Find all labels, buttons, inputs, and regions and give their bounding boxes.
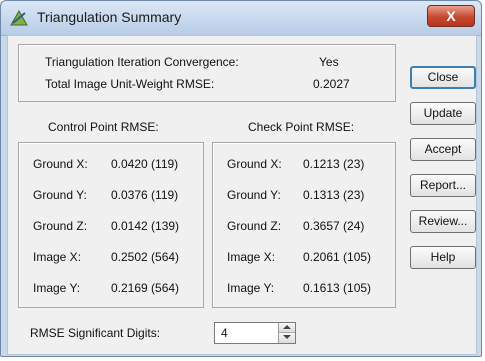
- check-point-panel: Ground X: 0.1213 (23) Ground Y: 0.1313 (…: [212, 142, 396, 308]
- control-point-rmse-header: Control Point RMSE:: [48, 120, 159, 134]
- control-ground-y-label: Ground Y:: [33, 188, 87, 202]
- check-ground-y-label: Ground Y:: [227, 188, 281, 202]
- check-image-y-label: Image Y:: [227, 281, 275, 295]
- control-point-panel: Ground X: 0.0420 (119) Ground Y: 0.0376 …: [18, 142, 204, 308]
- triangulation-icon: [10, 9, 28, 26]
- spinner-up-button[interactable]: [279, 323, 295, 333]
- spinner-down-button[interactable]: [279, 333, 295, 343]
- window-title: Triangulation Summary: [37, 9, 182, 25]
- convergence-value: Yes: [319, 55, 339, 69]
- close-button[interactable]: Close: [410, 66, 476, 89]
- window-close-button[interactable]: X: [427, 5, 475, 27]
- review-button[interactable]: Review...: [410, 210, 476, 233]
- rmse-digits-label: RMSE Significant Digits:: [30, 326, 161, 340]
- check-ground-y-value: 0.1313 (23): [303, 188, 365, 202]
- check-image-x-value: 0.2061 (105): [303, 250, 372, 264]
- help-button[interactable]: Help: [410, 246, 476, 269]
- check-image-y-value: 0.1613 (105): [303, 281, 372, 295]
- control-image-x-value: 0.2502 (564): [111, 250, 180, 264]
- spinner-buttons: [278, 323, 295, 343]
- check-point-rmse-header: Check Point RMSE:: [248, 120, 355, 134]
- title-bar[interactable]: Triangulation Summary X: [1, 1, 481, 36]
- control-image-x-label: Image X:: [33, 250, 82, 264]
- control-ground-z-value: 0.0142 (139): [111, 219, 180, 233]
- check-ground-z-value: 0.3657 (24): [303, 219, 365, 233]
- check-ground-x-value: 0.1213 (23): [303, 157, 365, 171]
- summary-panel: Triangulation Iteration Convergence: Yes…: [18, 44, 396, 102]
- control-ground-y-value: 0.0376 (119): [111, 188, 179, 202]
- control-ground-z-label: Ground Z:: [33, 219, 88, 233]
- convergence-label: Triangulation Iteration Convergence:: [45, 55, 239, 69]
- check-ground-x-label: Ground X:: [227, 157, 282, 171]
- rmse-digits-value[interactable]: 4: [221, 326, 228, 340]
- dialog-body: Triangulation Iteration Convergence: Yes…: [7, 35, 477, 355]
- total-rmse-value: 0.2027: [313, 77, 350, 91]
- report-button[interactable]: Report...: [410, 174, 476, 197]
- arrow-up-icon: [283, 325, 291, 329]
- update-button[interactable]: Update: [410, 102, 476, 125]
- rmse-digits-spinner[interactable]: 4: [214, 322, 296, 344]
- triangulation-summary-window: Triangulation Summary X Triangulation It…: [0, 0, 482, 357]
- control-image-y-value: 0.2169 (564): [111, 281, 180, 295]
- control-ground-x-label: Ground X:: [33, 157, 88, 171]
- control-image-y-label: Image Y:: [33, 281, 81, 295]
- close-icon: X: [446, 8, 456, 24]
- arrow-down-icon: [283, 335, 291, 339]
- check-ground-z-label: Ground Z:: [227, 219, 282, 233]
- control-ground-x-value: 0.0420 (119): [111, 157, 179, 171]
- accept-button[interactable]: Accept: [410, 138, 476, 161]
- total-rmse-label: Total Image Unit-Weight RMSE:: [45, 77, 215, 91]
- check-image-x-label: Image X:: [227, 250, 276, 264]
